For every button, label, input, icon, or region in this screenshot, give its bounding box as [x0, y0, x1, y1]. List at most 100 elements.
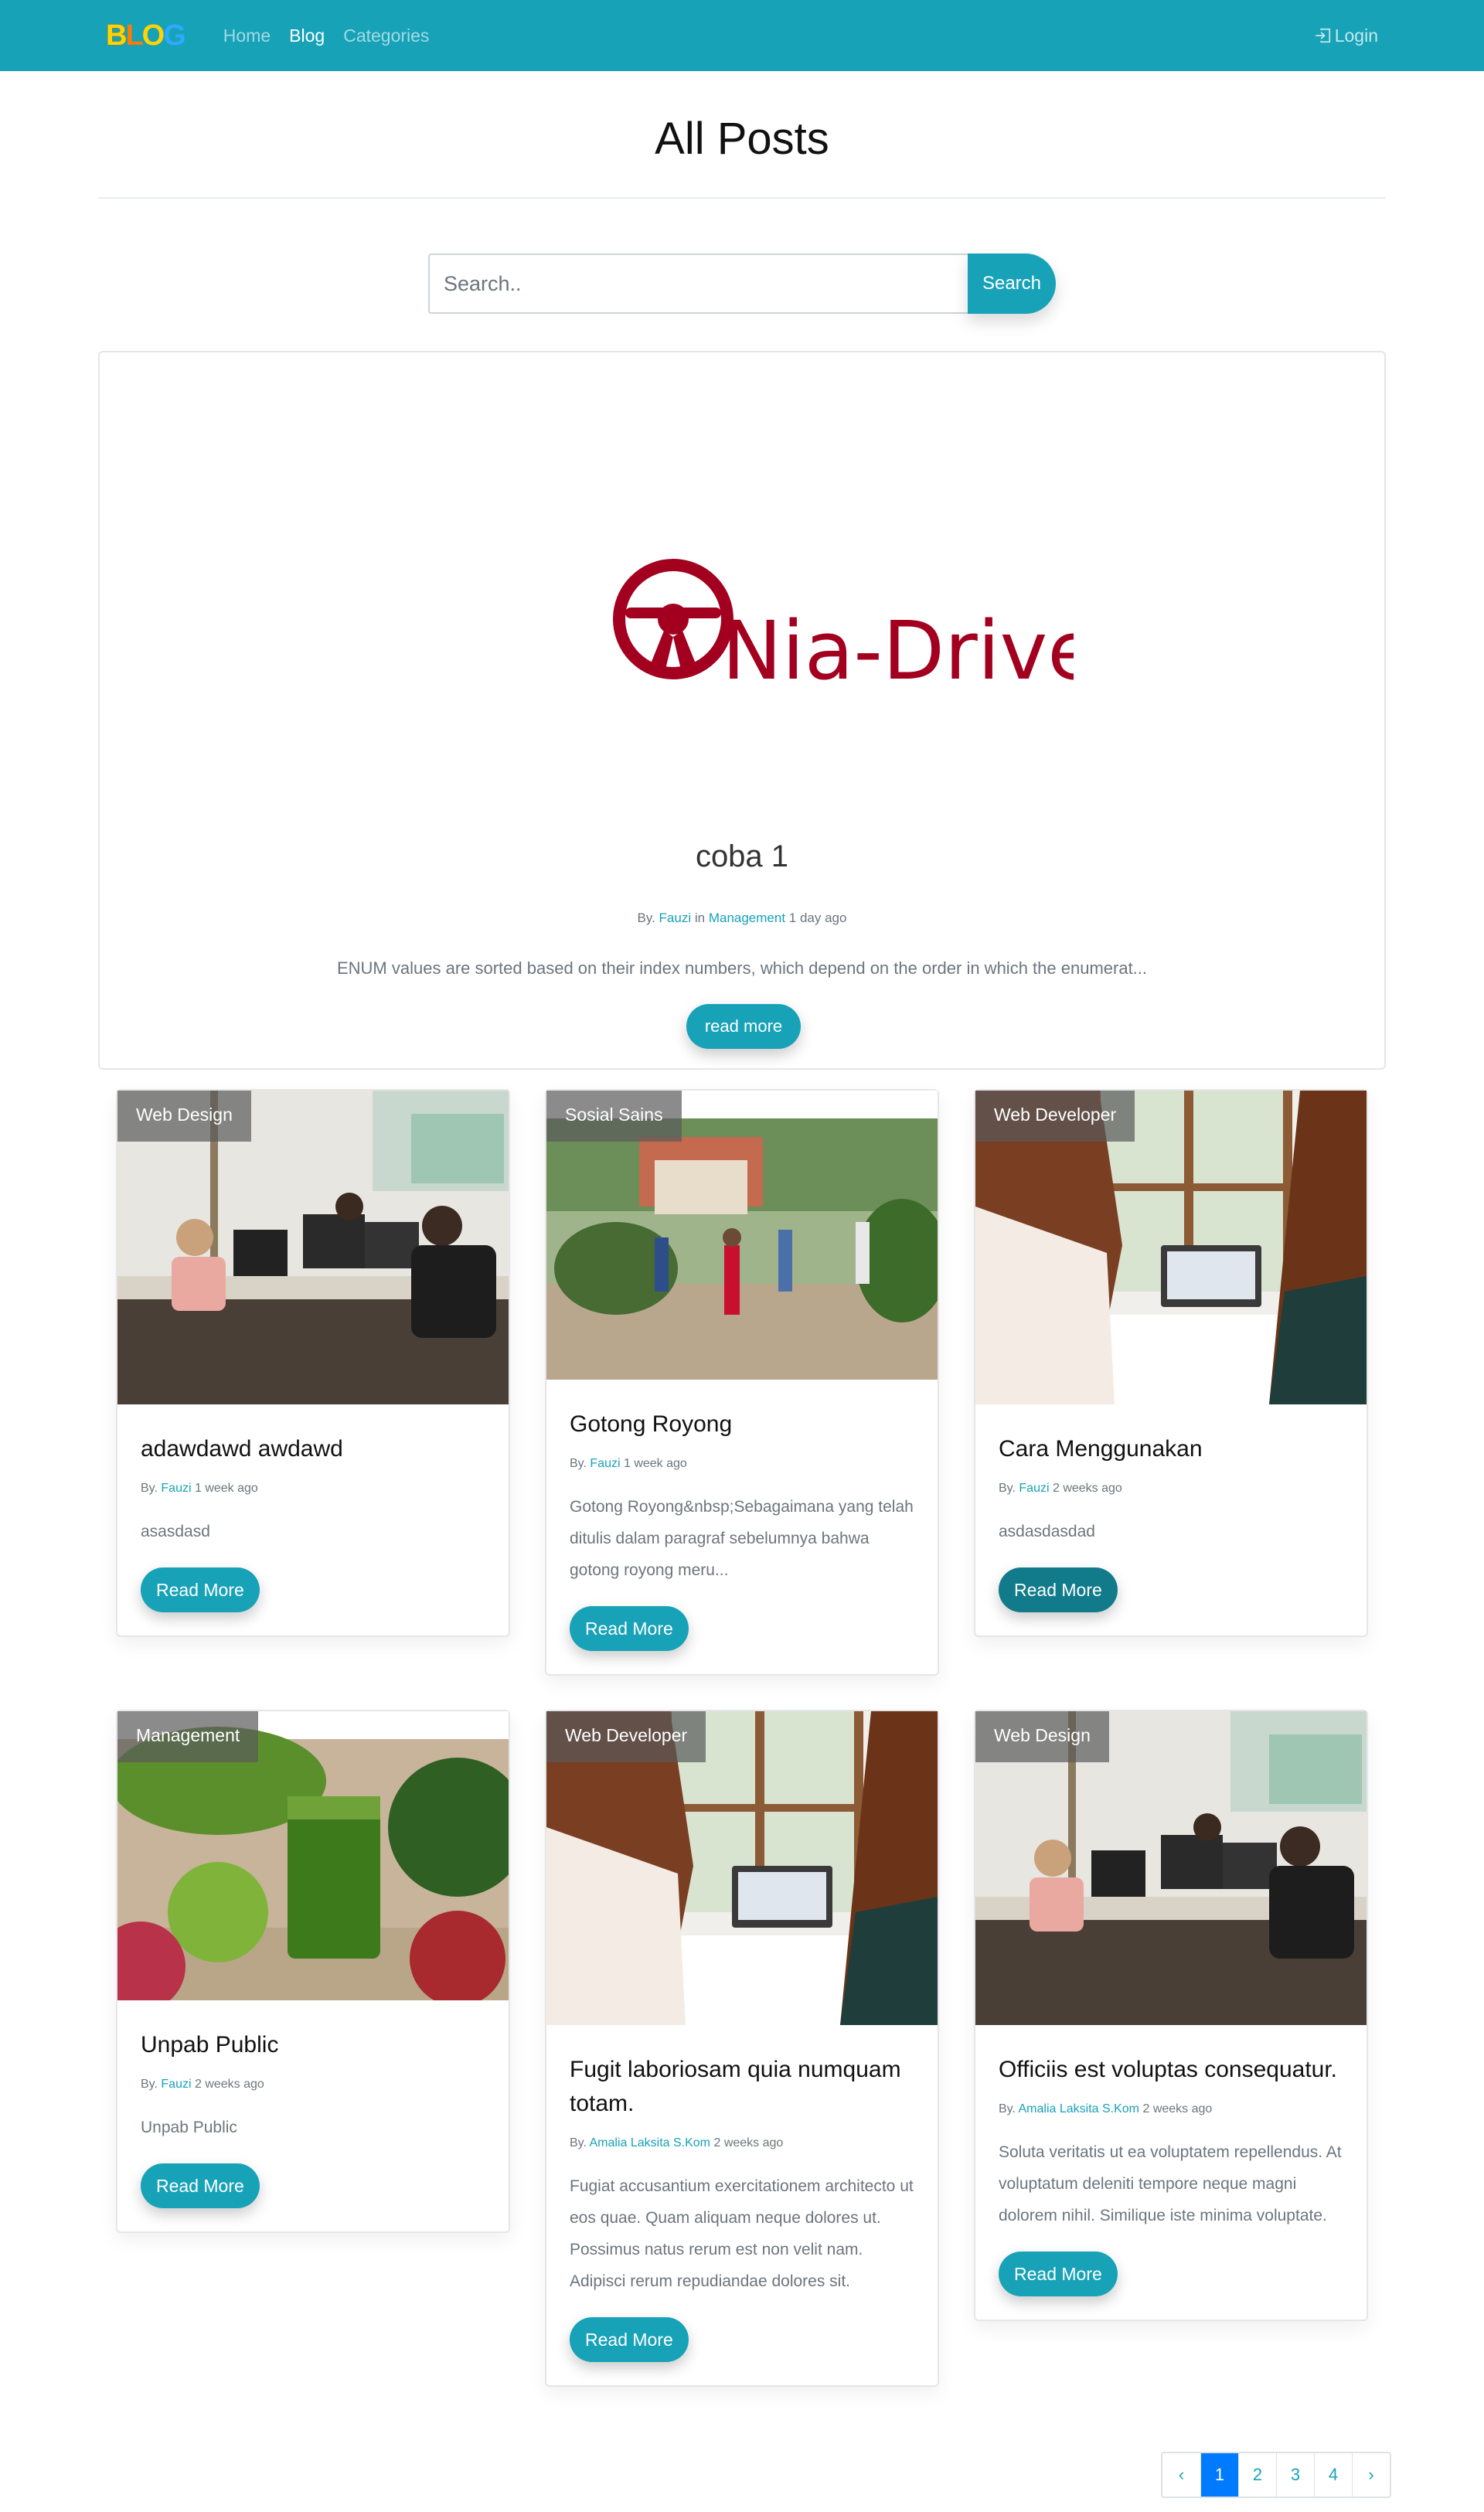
- login-label: Login: [1334, 25, 1378, 46]
- post-title[interactable]: Cara Menggunakan: [999, 1432, 1343, 1466]
- pagination-next[interactable]: ›: [1352, 2453, 1390, 2497]
- brand-letter-l: L: [125, 19, 143, 52]
- post-card-body: Cara Menggunakan By. Fauzi 2 weeks ago a…: [975, 1404, 1367, 1636]
- post-title[interactable]: Gotong Royong: [570, 1407, 914, 1442]
- featured-category-link[interactable]: Management: [709, 911, 785, 925]
- post-title[interactable]: adawdawd awdawd: [141, 1432, 485, 1466]
- meta-by-label: By.: [141, 2078, 158, 2091]
- post-meta: By. Fauzi 2 weeks ago: [141, 2078, 485, 2092]
- post-title[interactable]: Fugit laboriosam quia numquam totam.: [570, 2053, 914, 2121]
- post-card: Sosial Sains Gotong Royong By. Fauzi 1 w…: [545, 1089, 939, 1676]
- read-more-button[interactable]: Read More: [570, 1606, 689, 1651]
- post-excerpt: Unpab Public: [141, 2119, 237, 2136]
- login-link[interactable]: Login: [1315, 0, 1378, 71]
- post-card: Web Design Officiis est voluptas consequ…: [974, 1710, 1368, 2321]
- post-author-link[interactable]: Amalia Laksita S.Kom: [590, 2136, 711, 2149]
- post-card-body: Fugit laboriosam quia numquam totam. By.…: [546, 2025, 938, 2385]
- post-image[interactable]: Web Design: [975, 1711, 1367, 2025]
- post-author-link[interactable]: Fauzi: [161, 1482, 191, 1495]
- post-time: 2 weeks ago: [713, 2136, 784, 2149]
- featured-post-time: 1 day ago: [788, 911, 847, 925]
- meta-by-label: By.: [141, 1482, 158, 1495]
- post-image[interactable]: Management: [117, 1711, 509, 2000]
- nia-drive-logo: Nia-Drive: [613, 559, 1074, 698]
- post-excerpt: Soluta veritatis ut ea voluptatem repell…: [999, 2143, 1342, 2224]
- read-more-button[interactable]: Read More: [141, 2163, 260, 2208]
- post-excerpt: Fugiat accusantium exercitationem archit…: [570, 2177, 914, 2290]
- meta-by-label: By.: [999, 1482, 1016, 1495]
- post-card: Web Design adawdawd awdawd By. Fauzi 1 w…: [116, 1089, 510, 1637]
- pagination-page-3[interactable]: 3: [1276, 2453, 1314, 2497]
- post-image[interactable]: Web Design: [117, 1091, 509, 1404]
- post-author-link[interactable]: Fauzi: [1019, 1482, 1049, 1495]
- nav-link-categories[interactable]: Categories: [343, 26, 429, 46]
- post-image[interactable]: Sosial Sains: [546, 1091, 938, 1380]
- post-author-link[interactable]: Amalia Laksita S.Kom: [1019, 2102, 1140, 2115]
- post-meta: By. Fauzi 2 weeks ago: [999, 1482, 1343, 1496]
- post-meta: By. Amalia Laksita S.Kom 2 weeks ago: [570, 2136, 914, 2150]
- category-badge[interactable]: Web Design: [117, 1091, 251, 1142]
- category-badge[interactable]: Web Design: [975, 1711, 1109, 1762]
- meta-in-label: in: [694, 911, 706, 925]
- pagination-page-1[interactable]: 1: [1200, 2453, 1238, 2497]
- pagination: ‹ 1 2 3 4 ›: [1161, 2452, 1391, 2498]
- read-more-button[interactable]: Read More: [999, 2252, 1118, 2296]
- category-badge[interactable]: Management: [117, 1711, 259, 1762]
- top-navbar: B L O G Home Blog Categories Login: [0, 0, 1484, 71]
- featured-author-link[interactable]: Fauzi: [659, 911, 692, 925]
- title-divider: [98, 197, 1386, 199]
- post-card: Web Developer Cara Menggunakan By. Fauzi…: [974, 1089, 1368, 1637]
- page-title: All Posts: [655, 114, 829, 164]
- category-badge[interactable]: Sosial Sains: [546, 1091, 682, 1142]
- post-card-body: Gotong Royong By. Fauzi 1 week ago Goton…: [546, 1380, 938, 1674]
- post-excerpt: Gotong Royong&nbsp;Sebagaimana yang tela…: [570, 1498, 914, 1579]
- post-time: 1 week ago: [623, 1457, 687, 1470]
- read-more-button[interactable]: Read More: [999, 1567, 1118, 1612]
- sign-in-icon: [1316, 28, 1330, 43]
- nia-drive-logo-text: Nia-Drive: [722, 604, 1074, 698]
- brand-letter-g: G: [163, 19, 186, 52]
- nav-link-blog[interactable]: Blog: [289, 26, 325, 46]
- post-meta: By. Fauzi 1 week ago: [141, 1482, 485, 1496]
- brand-letter-b: B: [106, 19, 127, 52]
- post-time: 2 weeks ago: [1142, 2102, 1213, 2115]
- search-input[interactable]: [428, 254, 968, 314]
- category-badge[interactable]: Web Developer: [975, 1091, 1135, 1142]
- brand-logo[interactable]: B L O G: [106, 19, 186, 53]
- post-time: 2 weeks ago: [1052, 1482, 1122, 1495]
- meta-by-label: By.: [570, 1457, 587, 1470]
- pagination-page-2[interactable]: 2: [1238, 2453, 1276, 2497]
- featured-read-more-button[interactable]: read more: [686, 1004, 801, 1049]
- pagination-prev[interactable]: ‹: [1162, 2453, 1200, 2497]
- read-more-button[interactable]: Read More: [570, 2317, 689, 2362]
- post-title[interactable]: Officiis est voluptas consequatur.: [999, 2053, 1343, 2087]
- meta-by-label: By.: [637, 911, 655, 925]
- post-excerpt: asasdasd: [141, 1523, 210, 1540]
- post-card-body: Unpab Public By. Fauzi 2 weeks ago Unpab…: [117, 2000, 509, 2231]
- post-author-link[interactable]: Fauzi: [161, 2078, 191, 2091]
- brand-letter-o: O: [141, 19, 165, 52]
- post-image[interactable]: Web Developer: [546, 1711, 938, 2025]
- post-excerpt: asdasdasdad: [999, 1523, 1095, 1540]
- meta-by-label: By.: [999, 2102, 1016, 2115]
- post-title[interactable]: Unpab Public: [141, 2028, 485, 2062]
- featured-post-title[interactable]: coba 1: [100, 839, 1384, 874]
- post-card: Management Unpab Public By. Fauzi 2 week…: [116, 1710, 510, 2233]
- pagination-page-4[interactable]: 4: [1314, 2453, 1352, 2497]
- post-author-link[interactable]: Fauzi: [590, 1457, 620, 1470]
- nav-link-home[interactable]: Home: [223, 26, 271, 46]
- category-badge[interactable]: Web Developer: [546, 1711, 706, 1762]
- read-more-button[interactable]: Read More: [141, 1567, 260, 1612]
- post-card-body: adawdawd awdawd By. Fauzi 1 week ago asa…: [117, 1404, 509, 1636]
- featured-post-card: Nia-Drive coba 1 By. Fauzi in Management…: [98, 351, 1386, 1070]
- post-card: Web Developer Fugit laboriosam quia numq…: [545, 1710, 939, 2387]
- post-time: 1 week ago: [194, 1482, 258, 1495]
- search-button[interactable]: Search: [968, 254, 1056, 314]
- post-meta: By. Amalia Laksita S.Kom 2 weeks ago: [999, 2102, 1343, 2116]
- post-card-body: Officiis est voluptas consequatur. By. A…: [975, 2025, 1367, 2320]
- meta-by-label: By.: [570, 2136, 587, 2149]
- post-meta: By. Fauzi 1 week ago: [570, 1457, 914, 1471]
- featured-post-excerpt: ENUM values are sorted based on their in…: [336, 958, 1148, 978]
- post-time: 2 weeks ago: [194, 2078, 264, 2091]
- post-image[interactable]: Web Developer: [975, 1091, 1367, 1404]
